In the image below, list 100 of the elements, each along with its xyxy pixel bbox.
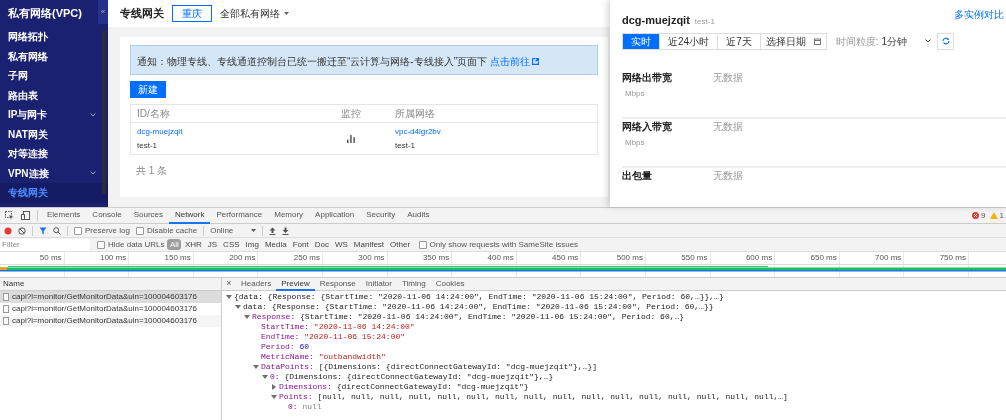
detail-tab[interactable]: Headers — [236, 277, 277, 291]
detail-tab[interactable]: Response — [314, 277, 361, 291]
detail-tab[interactable]: Cookies — [430, 277, 470, 291]
error-icon[interactable] — [972, 212, 980, 219]
metric-unit: Mbps — [624, 87, 646, 100]
timeline-tick-label: 550 ms — [681, 252, 709, 264]
external-link-icon — [531, 58, 539, 65]
detail-tab[interactable]: Preview — [276, 277, 315, 291]
chevron-down-icon — [90, 112, 96, 117]
network-link[interactable]: vpc-d4igr2bv — [395, 125, 441, 138]
type-filter[interactable]: Img — [243, 239, 262, 250]
sidebar-item[interactable]: 私有网络 — [0, 46, 108, 66]
devtools-tab[interactable]: Audits — [401, 207, 436, 224]
time-range-tab[interactable]: 实时 — [623, 33, 660, 49]
collapse-triangle-icon[interactable] — [271, 394, 277, 400]
sidebar-item[interactable]: IP与网卡 — [0, 105, 108, 125]
collapse-triangle-icon[interactable] — [244, 314, 250, 320]
timeline-tick-label: 500 ms — [616, 252, 644, 264]
type-filter[interactable]: Doc — [312, 239, 332, 250]
sidebar-item[interactable]: 专线网关 — [0, 183, 108, 203]
devtools-tab[interactable]: Performance — [210, 207, 269, 224]
record-icon[interactable] — [4, 226, 12, 235]
scrollbar[interactable] — [102, 30, 106, 194]
close-button[interactable]: × — [222, 277, 236, 291]
detail-tab[interactable]: Timing — [396, 277, 431, 291]
sidebar-item[interactable]: VPN连接 — [0, 163, 108, 183]
collapse-button[interactable]: « — [98, 0, 108, 24]
gateway-link[interactable]: dcg-muejzqit — [137, 125, 183, 138]
type-filter[interactable]: JS — [205, 239, 220, 250]
samesite-checkbox[interactable] — [418, 240, 427, 249]
timeline-tick-label: 250 ms — [293, 252, 321, 264]
region-button[interactable]: 重庆 — [172, 5, 212, 22]
checkbox-label: Preserve log — [85, 224, 130, 237]
upload-icon[interactable] — [269, 226, 277, 235]
vpc-dropdown[interactable]: 全部私有网络 — [220, 6, 289, 21]
devtools-tab[interactable]: Application — [309, 207, 361, 224]
type-filter[interactable]: CSS — [220, 239, 243, 250]
type-filter[interactable]: Other — [387, 239, 413, 250]
create-button[interactable]: 新建 — [130, 81, 166, 98]
type-filter[interactable]: XHR — [182, 239, 205, 250]
collapse-triangle-icon[interactable] — [253, 364, 259, 370]
request-row[interactable]: capi?i=monitor/GetMonitorData&uin=100004603176 — [0, 291, 221, 303]
json-line: {data: {Response: {StartTime: "2020-11-06 14:24:00", EndTime: "2020-11-06 15:24:00", Period: 60,…}},…} — [234, 292, 724, 302]
request-row[interactable]: capi?i=monitor/GetMonitorData&uin=100004603176 — [0, 315, 221, 327]
metric-unit: Mbps — [624, 136, 646, 149]
sidebar-item[interactable]: 路由表 — [0, 85, 108, 105]
type-filter[interactable]: Media — [262, 239, 290, 250]
disable-cache-checkbox[interactable] — [135, 226, 144, 235]
json-line: Points: [null, null, null, null, null, null, null, null, null, null, null, null, null, null, null, null,…] — [279, 392, 788, 402]
type-filter[interactable]: Manifest — [351, 239, 387, 250]
clear-icon[interactable] — [18, 226, 26, 235]
page-title: 专线网关 — [120, 6, 164, 22]
chevron-down-icon — [90, 171, 96, 176]
type-filter[interactable]: WS — [332, 239, 351, 250]
filter-field[interactable]: Filter — [0, 238, 90, 251]
refresh-button[interactable] — [937, 32, 955, 50]
devtools-tab[interactable]: Elements — [41, 207, 87, 224]
granularity-select[interactable]: 1分钟 — [881, 33, 932, 49]
sidebar-item[interactable]: NAT网关 — [0, 124, 108, 144]
metric-name: 网络入带宽 — [622, 119, 673, 134]
detail-tab[interactable]: Initiator — [360, 277, 397, 291]
collapse-triangle-icon[interactable] — [235, 304, 241, 310]
throttle-select[interactable]: Online — [210, 224, 257, 237]
hide-data-urls-checkbox[interactable] — [97, 240, 105, 249]
search-icon[interactable] — [53, 226, 61, 235]
timeline-tick-label: 700 ms — [875, 252, 903, 264]
timeline-tick-label: 350 ms — [422, 252, 451, 264]
notice-text: 通知：物理专线、专线通道控制台已统一搬迁至“云计算与网络-专线接入”页面下 — [137, 56, 488, 67]
json-line: Response: {StartTime: "2020-11-06 14:24:00", EndTime: "2020-11-06 15:24:00", Period: 60,…} — [252, 312, 685, 322]
gateway-name: test-1 — [137, 139, 158, 152]
sidebar-item[interactable]: 网络拓扑 — [0, 27, 108, 47]
sidebar-title: 私有网络(VPC) — [7, 6, 83, 22]
json-line: Period: 60 — [261, 342, 310, 352]
json-line: EndTime: "2020-11-06 15:24:00" — [261, 332, 406, 342]
notice-link[interactable]: 点击前往 — [489, 55, 539, 68]
device-toggle-icon[interactable] — [21, 211, 30, 220]
column-header: 监控 — [341, 107, 362, 121]
expand-triangle-icon[interactable] — [271, 384, 277, 390]
timeline-tick-label: 100 ms — [99, 252, 128, 264]
bar-chart-icon[interactable] — [347, 134, 355, 143]
sidebar-item[interactable]: 对等连接 — [0, 144, 108, 164]
devtools-tab[interactable]: Sources — [127, 207, 170, 224]
preserve-log-checkbox[interactable] — [74, 226, 82, 235]
download-icon[interactable] — [282, 226, 290, 235]
compare-link[interactable]: 多实例对比 — [954, 7, 1004, 22]
json-line: MetricName: "outbandwidth" — [261, 352, 386, 362]
devtools-tab[interactable]: Security — [360, 207, 402, 224]
json-line: data: {Response: {StartTime: "2020-11-06 14:24:00", EndTime: "2020-11-06 15:24:00", Period: 60,…}} — [243, 302, 714, 312]
type-filter[interactable]: Font — [290, 239, 312, 250]
sidebar-item[interactable]: 子网 — [0, 66, 108, 86]
filter-icon[interactable] — [39, 226, 47, 235]
devtools-tab[interactable]: Console — [86, 207, 128, 224]
collapse-triangle-icon[interactable] — [226, 294, 232, 300]
devtools-tab[interactable]: Memory — [268, 207, 310, 224]
inspect-icon[interactable] — [5, 211, 14, 220]
no-data-text: 无数据 — [713, 168, 743, 181]
collapse-triangle-icon[interactable] — [262, 374, 268, 380]
network-name: test-1 — [395, 139, 416, 152]
timeline-tick-label: 150 ms — [164, 252, 192, 264]
column-header: Name — [3, 278, 25, 290]
